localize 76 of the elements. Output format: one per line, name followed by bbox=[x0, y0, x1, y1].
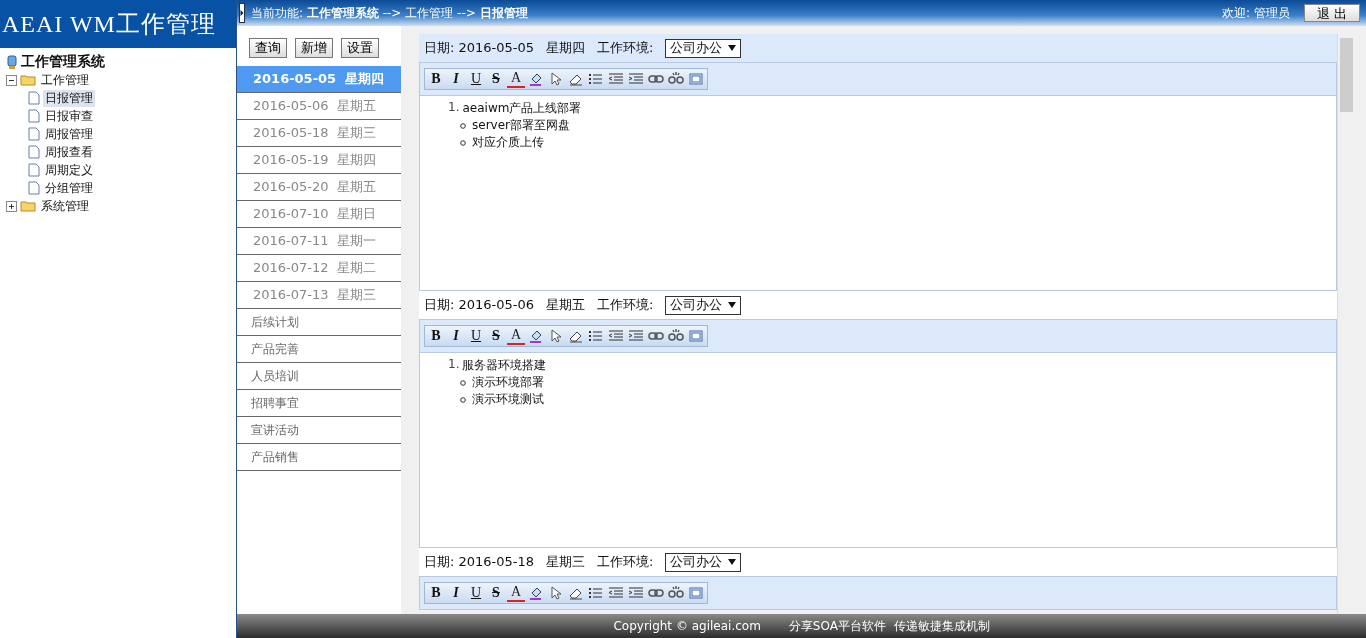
window-icon[interactable] bbox=[687, 70, 705, 88]
caret-icon bbox=[728, 302, 737, 308]
document-icon bbox=[28, 181, 40, 195]
document-icon bbox=[28, 109, 40, 123]
date-text: 日期: 2016-05-18 bbox=[424, 553, 535, 571]
weekday-text: 星期五 bbox=[546, 296, 586, 314]
underline-button[interactable]: U bbox=[467, 327, 485, 345]
tree-item[interactable]: 日报审查 bbox=[43, 107, 95, 125]
slogan-text: 分享SOA平台软件 传递敏捷集成机制 bbox=[788, 617, 990, 635]
list-text: 演示环境测试 bbox=[472, 391, 544, 408]
tree-item[interactable]: 周期定义 bbox=[43, 161, 95, 179]
list-text: 对应介质上传 bbox=[472, 134, 544, 151]
tree-item[interactable]: 日报管理 bbox=[43, 89, 95, 107]
list-number: 1. bbox=[448, 100, 460, 116]
environment-label: 工作环境: bbox=[597, 296, 654, 314]
tree-item[interactable]: 周报管理 bbox=[43, 125, 95, 143]
app-logo: AEAI WM工作管理 bbox=[0, 0, 236, 48]
list-text: 演示环境部署 bbox=[472, 374, 544, 391]
environment-select[interactable]: 公司办公 bbox=[665, 295, 742, 315]
document-icon bbox=[28, 127, 40, 141]
caret-icon bbox=[728, 559, 737, 565]
bullet-icon bbox=[460, 139, 466, 146]
font-color-button[interactable]: A bbox=[507, 327, 525, 345]
folder-icon bbox=[20, 74, 36, 86]
editor-body[interactable]: 1. aeaiwm产品上线部署 server部署至网盘 对应介质上传 bbox=[419, 96, 1337, 291]
tree-item[interactable]: 分组管理 bbox=[43, 179, 95, 197]
bullet-icon bbox=[460, 122, 466, 129]
list-number: 1. bbox=[448, 357, 460, 373]
bullet-icon bbox=[460, 396, 466, 403]
editor-body[interactable]: 1. 服务器环境搭建 演示环境部署 演示环境测试 bbox=[419, 353, 1337, 548]
tree-item[interactable]: 系统管理 bbox=[39, 197, 91, 215]
bold-button[interactable]: B bbox=[427, 327, 445, 345]
list-text: server部署至网盘 bbox=[472, 117, 570, 134]
underline-button[interactable]: U bbox=[467, 70, 485, 88]
font-color-button[interactable]: A bbox=[507, 584, 525, 602]
italic-button[interactable]: I bbox=[447, 327, 465, 345]
logout-button[interactable]: 退 出 bbox=[1303, 4, 1360, 22]
document-icon bbox=[28, 91, 40, 105]
weekday-text: 星期四 bbox=[546, 39, 586, 57]
tree-item[interactable]: 周报查看 bbox=[43, 143, 95, 161]
date-text: 日期: 2016-05-05 bbox=[424, 39, 535, 57]
environment-select[interactable]: 公司办公 bbox=[665, 38, 742, 58]
italic-button[interactable]: I bbox=[447, 70, 465, 88]
weekday-text: 星期三 bbox=[546, 553, 586, 571]
window-icon[interactable] bbox=[687, 584, 705, 602]
bold-button[interactable]: B bbox=[427, 70, 445, 88]
environment-label: 工作环境: bbox=[597, 553, 654, 571]
breadcrumb: 当前功能: 工作管理系统 --> 工作管理 --> 日报管理 bbox=[251, 4, 528, 22]
date-text: 日期: 2016-05-06 bbox=[424, 296, 535, 314]
strikethrough-button[interactable]: S bbox=[487, 70, 505, 88]
welcome-text: 欢迎: 管理员 bbox=[1222, 4, 1290, 22]
strikethrough-button[interactable]: S bbox=[487, 584, 505, 602]
copyright-text: Copyright © agileai.com bbox=[613, 619, 761, 633]
italic-button[interactable]: I bbox=[447, 584, 465, 602]
expand-icon[interactable] bbox=[6, 200, 17, 212]
collapse-icon[interactable] bbox=[6, 74, 17, 86]
document-icon bbox=[28, 145, 40, 159]
action-button[interactable]: 查询 bbox=[249, 38, 287, 58]
document-icon bbox=[28, 163, 40, 177]
action-button[interactable]: 新增 bbox=[295, 38, 333, 58]
strikethrough-button[interactable]: S bbox=[487, 327, 505, 345]
tree-item[interactable]: 工作管理 bbox=[39, 71, 91, 89]
bold-button[interactable]: B bbox=[427, 584, 445, 602]
folder-icon bbox=[20, 200, 36, 212]
list-text: 服务器环境搭建 bbox=[462, 357, 547, 374]
environment-label: 工作环境: bbox=[597, 39, 654, 57]
bullet-icon bbox=[460, 379, 466, 386]
underline-button[interactable]: U bbox=[467, 584, 485, 602]
font-color-button[interactable]: A bbox=[507, 70, 525, 88]
environment-select[interactable]: 公司办公 bbox=[665, 552, 742, 572]
tree-root[interactable]: 工作管理系统 bbox=[21, 53, 105, 71]
caret-icon bbox=[728, 45, 737, 51]
window-icon[interactable] bbox=[687, 327, 705, 345]
computer-icon bbox=[6, 54, 18, 70]
action-button[interactable]: 设置 bbox=[341, 38, 379, 58]
list-text: aeaiwm产品上线部署 bbox=[462, 100, 582, 117]
